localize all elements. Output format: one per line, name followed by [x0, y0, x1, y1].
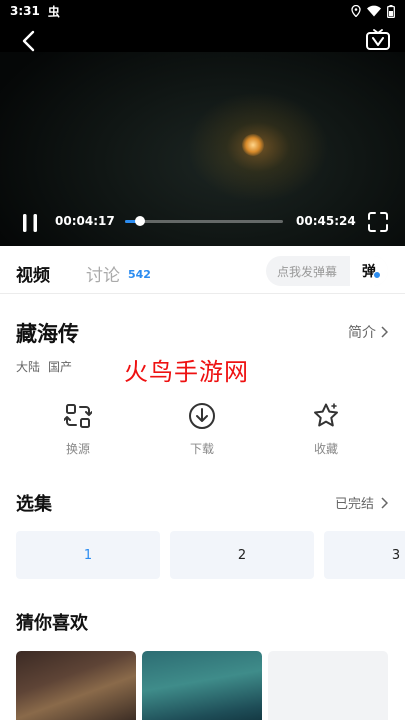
watermark-text: 火鸟手游网	[124, 358, 249, 386]
tag-origin: 国产	[48, 360, 73, 374]
discuss-count: 542	[128, 268, 151, 281]
episode-list: 1 2 3	[16, 531, 405, 579]
battery-icon	[387, 4, 395, 18]
recommend-list	[16, 651, 405, 720]
danmaku-input[interactable]: 点我发弹幕	[266, 263, 350, 280]
download-icon	[189, 403, 215, 429]
player-controls: 00:04:17 00:45:24	[0, 206, 405, 238]
status-time: 3:31	[10, 4, 40, 18]
episode-item[interactable]: 1	[16, 531, 160, 579]
action-row: 换源 下载 收藏	[0, 398, 405, 468]
danmaku-on-dot	[373, 271, 381, 279]
recommend-poster[interactable]	[142, 651, 262, 720]
chevron-right-icon	[381, 326, 388, 338]
chevron-right-icon	[381, 496, 388, 509]
episode-item[interactable]: 2	[170, 531, 314, 579]
video-player[interactable]: 3:31 虫 00:04:17 00:45:24	[0, 0, 405, 246]
pause-icon[interactable]	[18, 211, 42, 235]
back-icon[interactable]	[16, 28, 42, 54]
show-tags: 大陆 国产	[16, 358, 72, 375]
episodes-title: 选集	[16, 494, 52, 515]
star-icon	[314, 403, 338, 427]
danmaku-bar: 点我发弹幕 弹	[266, 256, 388, 286]
tag-region: 大陆	[16, 360, 41, 374]
progress-bar[interactable]	[125, 216, 283, 226]
favorite-label: 收藏	[313, 442, 338, 456]
tab-bar: 视频 讨论 542 点我发弹幕 弹	[0, 246, 405, 294]
fullscreen-icon[interactable]	[366, 210, 390, 234]
wifi-icon	[367, 5, 381, 17]
danmaku-toggle-button[interactable]: 弹	[350, 256, 388, 286]
tab-discuss[interactable]: 讨论	[86, 261, 120, 286]
tv-cast-icon[interactable]	[365, 28, 391, 54]
favorite-button[interactable]: 收藏	[286, 402, 366, 457]
switch-source-button[interactable]: 换源	[38, 402, 118, 457]
status-bar: 3:31 虫	[0, 0, 405, 22]
switch-source-icon	[64, 404, 92, 428]
episodes-status-label: 已完结	[334, 497, 374, 512]
episodes-status-link[interactable]: 已完结	[335, 493, 388, 512]
location-icon	[351, 5, 361, 17]
status-app-badge: 虫	[47, 4, 60, 19]
current-time: 00:04:17	[55, 214, 115, 228]
episode-item[interactable]: 3	[324, 531, 405, 579]
recommend-title: 猜你喜欢	[16, 613, 88, 634]
show-title: 藏海传	[16, 322, 79, 346]
recommend-poster[interactable]	[16, 651, 136, 720]
intro-link[interactable]: 简介	[348, 322, 388, 342]
download-label: 下载	[189, 442, 214, 456]
tab-video[interactable]: 视频	[16, 261, 50, 286]
total-time: 00:45:24	[296, 214, 356, 228]
switch-source-label: 换源	[65, 442, 90, 456]
recommend-poster[interactable]	[268, 651, 388, 720]
status-icons	[351, 4, 395, 18]
progress-handle[interactable]	[134, 216, 145, 226]
download-button[interactable]: 下载	[162, 402, 242, 457]
intro-label: 简介	[348, 325, 376, 341]
video-light-spot	[242, 134, 264, 156]
